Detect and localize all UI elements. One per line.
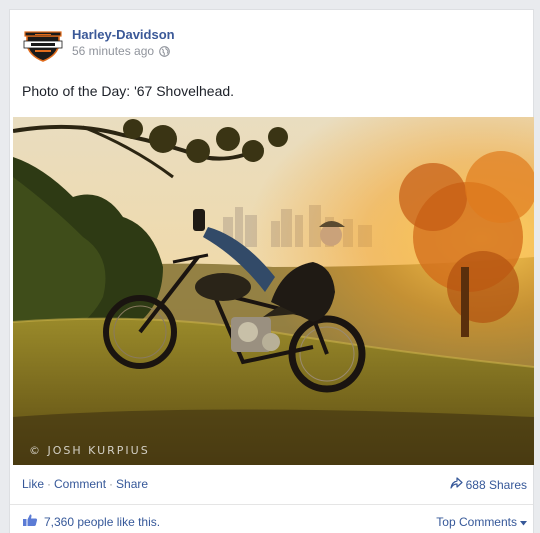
like-link[interactable]: Like [22,477,44,491]
separator: · [109,477,114,491]
top-comments-dropdown[interactable]: Top Comments [436,515,527,529]
post-timestamp[interactable]: 56 minutes ago [72,44,154,58]
caret-down-icon [520,515,527,529]
photo-credit: © JOSH KURPIUS [29,444,150,457]
post-photo[interactable]: © JOSH KURPIUS [13,117,534,465]
globe-icon[interactable] [159,45,170,57]
comment-link[interactable]: Comment [54,477,106,491]
harley-davidson-logo-icon[interactable] [23,28,63,62]
thumbs-up-icon [22,513,38,530]
likes-count-text[interactable]: 7,360 people like this. [44,515,160,529]
top-comments-label: Top Comments [436,515,517,529]
post-caption: Photo of the Day: '67 Shovelhead. [22,83,235,99]
share-arrow-icon [450,477,463,492]
divider [10,504,533,505]
separator: · [47,477,52,491]
post-meta: 56 minutes ago [72,44,170,58]
post-actions: Like · Comment · Share 688 Shares [22,477,527,493]
page-name-link[interactable]: Harley-Davidson [72,27,175,42]
post-card: Harley-Davidson 56 minutes ago Photo of … [9,9,534,533]
shares-count-link[interactable]: 688 Shares [450,477,527,492]
shares-count: 688 Shares [465,477,527,492]
likes-summary: 7,360 people like this. Top Comments [22,513,527,531]
share-link[interactable]: Share [116,477,148,491]
